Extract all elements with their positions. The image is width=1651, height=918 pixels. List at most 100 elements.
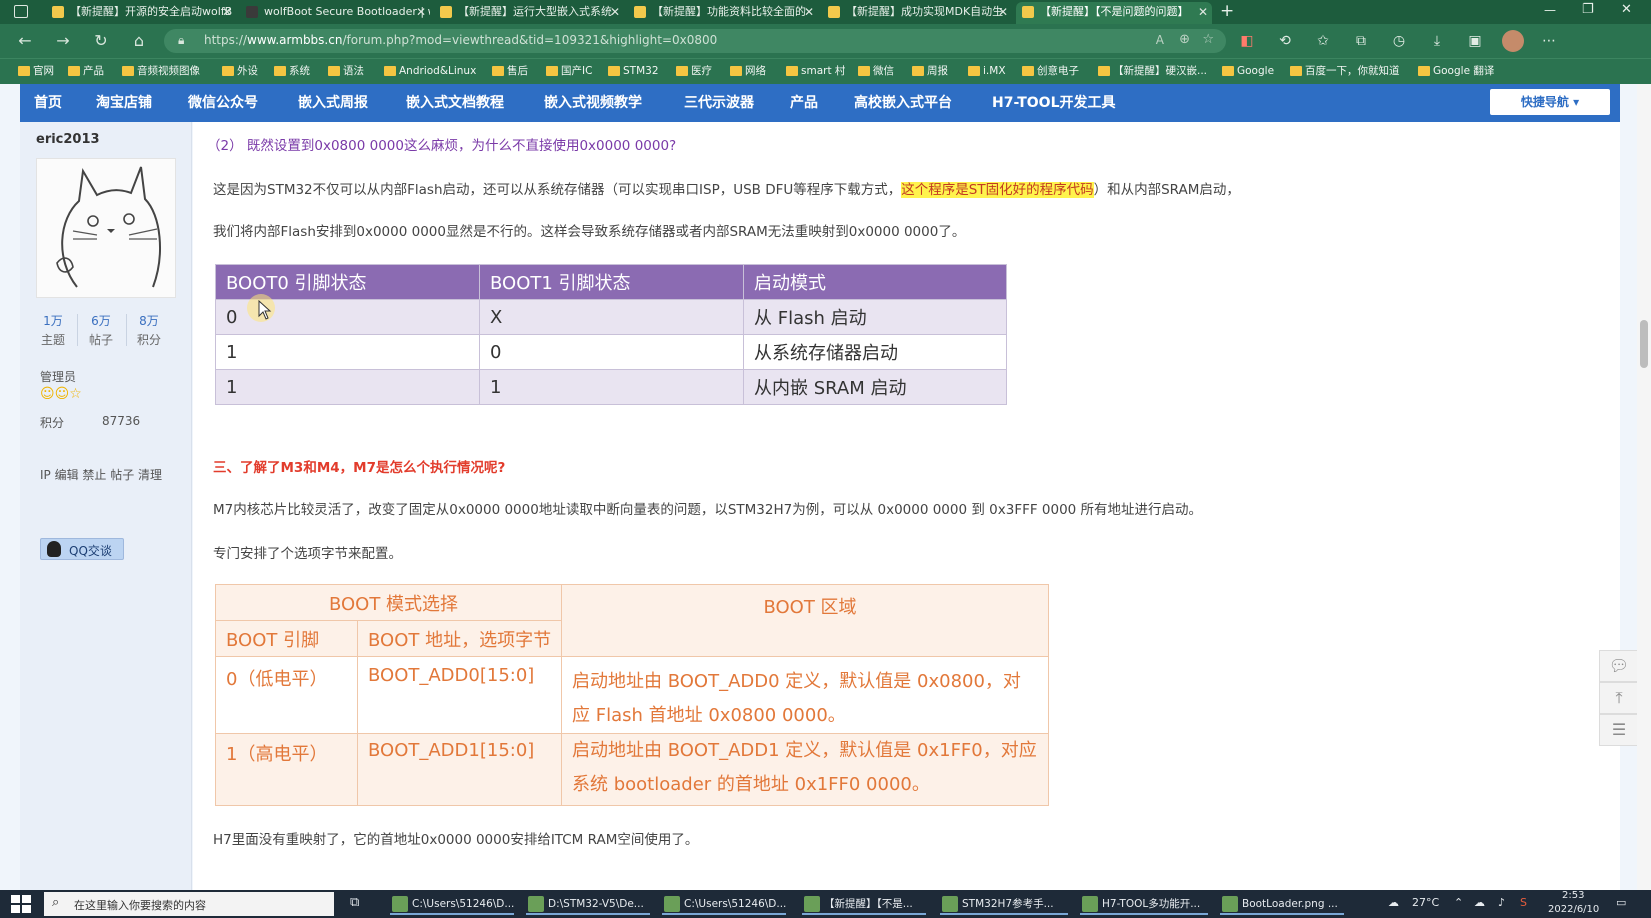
more-menu-icon[interactable]: ⋯ (1540, 32, 1558, 50)
bookmark-item[interactable]: i.MX (968, 63, 1006, 79)
extension-pdf-icon[interactable]: ◧ (1238, 32, 1256, 50)
download-icon[interactable]: ⤓ (1428, 32, 1446, 50)
bookmark-item[interactable]: 微信 (858, 63, 894, 79)
notification-icon[interactable]: ▭ (1616, 896, 1626, 909)
close-window-button[interactable]: ✕ (1621, 2, 1632, 17)
qq-chat-button[interactable]: QQ交谈 (40, 538, 124, 560)
taskbar-app[interactable]: D:\STM32-V5\De... (526, 893, 650, 915)
bookmark-item[interactable]: 国产IC (546, 63, 592, 79)
browser-tab[interactable]: 【新提醒】成功实现MDK自动生 ✕ (822, 2, 1012, 24)
scrollbar-thumb[interactable] (1640, 320, 1648, 368)
back-to-top-icon[interactable]: ⤒ (1599, 682, 1639, 714)
forward-icon[interactable]: → (54, 32, 72, 50)
read-aloud-icon[interactable]: A (1156, 33, 1164, 47)
quick-nav-dropdown[interactable]: 快捷导航 ▾ (1490, 89, 1610, 115)
bookmark-item[interactable]: 语法 (328, 63, 364, 79)
taskbar-app[interactable]: C:\Users\51246\D... (390, 893, 514, 915)
bookmark-item[interactable]: 网络 (730, 63, 766, 79)
weather-temp[interactable]: 27°C (1412, 896, 1439, 909)
table-cell: 1 (215, 369, 480, 405)
user-avatar[interactable] (36, 158, 176, 298)
collections-icon[interactable]: ⧉ (1352, 32, 1370, 50)
bookmark-item[interactable]: STM32 (608, 63, 659, 79)
browser-tab-active[interactable]: 【新提醒】【不是问题的问题】 ✕ (1016, 2, 1212, 24)
tab-actions-icon[interactable] (14, 5, 28, 18)
bookmark-item[interactable]: 【新提醒】硬汉嵌... (1098, 63, 1207, 79)
bookmark-item[interactable]: 售后 (492, 63, 528, 79)
browser-tab[interactable]: wolfBoot Secure Bootloader | wo ✕ (240, 2, 430, 24)
clock-time[interactable]: 2:53 (1562, 890, 1584, 901)
paragraph-1-part: ）和从内部SRAM启动， (1093, 182, 1240, 198)
bookmark-item[interactable]: 系统 (274, 63, 310, 79)
close-tab-icon[interactable]: ✕ (416, 2, 426, 22)
weather-icon[interactable]: ☁︎ (1388, 896, 1399, 909)
bookmark-item[interactable]: 音频视频图像 (122, 63, 200, 79)
browser-tab[interactable]: 【新提醒】开源的安全启动wolfB ✕ (46, 2, 236, 24)
tray-chevron-icon[interactable]: ⌃ (1454, 896, 1463, 909)
sync-icon[interactable]: ⟲ (1276, 32, 1294, 50)
comment-icon[interactable]: 💬︎ (1599, 650, 1639, 682)
bookmark-item[interactable]: 创意电子 (1022, 63, 1079, 79)
apps-icon[interactable]: ▣ (1466, 32, 1484, 50)
close-tab-icon[interactable]: ✕ (610, 2, 620, 22)
taskbar-app[interactable]: BootLoader.png ... (1220, 893, 1344, 915)
username[interactable]: eric2013 (36, 132, 100, 147)
user-role[interactable]: 管理员 (40, 368, 76, 385)
close-tab-icon[interactable]: ✕ (1198, 2, 1208, 22)
profile-avatar[interactable] (1502, 30, 1524, 52)
nav-item-wechat[interactable]: 微信公众号 (188, 92, 258, 112)
favorites-icon[interactable]: ✩ (1314, 32, 1332, 50)
taskbar-search-input[interactable]: ⌕ 在这里输入你要搜索的内容 (44, 892, 334, 916)
bookmark-item[interactable]: 产品 (68, 63, 104, 79)
nav-item-h7tool[interactable]: H7-TOOL开发工具 (992, 92, 1115, 112)
stat-posts[interactable]: 6万 帖子 (78, 312, 124, 348)
volume-icon[interactable]: ♪ (1498, 896, 1505, 909)
stat-points[interactable]: 8万 积分 (126, 312, 172, 348)
page-scrollbar[interactable] (1637, 84, 1651, 890)
nav-item-taobao[interactable]: 淘宝店铺 (96, 92, 152, 112)
zoom-icon[interactable]: ⊕ (1179, 32, 1190, 47)
bookmark-item[interactable]: 周报 (912, 63, 948, 79)
minimize-button[interactable]: — (1544, 3, 1556, 17)
app-tray-icon[interactable]: S (1520, 896, 1527, 909)
address-field[interactable]: 🔒︎ https://www.armbbs.cn/forum.php?mod=v… (164, 29, 1226, 53)
nav-item-docs[interactable]: 嵌入式文档教程 (406, 92, 504, 112)
restore-button[interactable]: ❐ (1582, 2, 1594, 17)
stat-threads[interactable]: 1万 主题 (30, 312, 76, 348)
clock-date[interactable]: 2022/6/10 (1548, 904, 1599, 915)
close-tab-icon[interactable]: ✕ (222, 2, 232, 22)
bookmark-item[interactable]: 官网 (18, 63, 54, 79)
admin-links[interactable]: IP 编辑 禁止 帖子 清理 (40, 466, 162, 483)
favorite-icon[interactable]: ☆ (1202, 32, 1214, 47)
bookmark-item[interactable]: Google (1222, 63, 1274, 79)
refresh-icon[interactable]: ↻ (92, 32, 110, 50)
browser-tab[interactable]: 【新提醒】运行大型嵌入式系统 ✕ (434, 2, 624, 24)
history-icon[interactable]: ◷ (1390, 32, 1408, 50)
browser-tab[interactable]: 【新提醒】功能资料比较全面的 ✕ (628, 2, 818, 24)
nav-item-oscilloscope[interactable]: 三代示波器 (684, 92, 754, 112)
task-view-icon[interactable]: ⧉ (350, 895, 359, 910)
close-tab-icon[interactable]: ✕ (804, 2, 814, 22)
bookmark-item[interactable]: smart 村 (786, 63, 845, 79)
bookmark-item[interactable]: 医疗 (676, 63, 712, 79)
taskbar-app[interactable]: STM32H7参考手... (940, 893, 1068, 915)
home-icon[interactable]: ⌂ (130, 32, 148, 50)
back-icon[interactable]: ← (16, 32, 34, 50)
bookmark-item[interactable]: Andriod&Linux (384, 63, 476, 79)
nav-item-products[interactable]: 产品 (790, 92, 818, 112)
bookmark-item[interactable]: Google 翻译 (1418, 63, 1494, 79)
windows-start-icon[interactable] (10, 894, 32, 914)
bookmark-item[interactable]: 外设 (222, 63, 258, 79)
network-icon[interactable]: ☁︎ (1474, 896, 1485, 909)
nav-item-university[interactable]: 高校嵌入式平台 (854, 92, 952, 112)
taskbar-app-edge[interactable]: 【新提醒】【不是... (802, 893, 926, 915)
new-tab-button[interactable]: + (1220, 1, 1234, 21)
close-tab-icon[interactable]: ✕ (998, 2, 1008, 22)
taskbar-app[interactable]: H7-TOOL多功能开... (1080, 893, 1208, 915)
nav-item-videos[interactable]: 嵌入式视频教学 (544, 92, 642, 112)
bookmark-item[interactable]: 百度一下，你就知道 (1290, 63, 1400, 79)
nav-item-home[interactable]: 首页 (34, 92, 62, 112)
nav-item-weekly[interactable]: 嵌入式周报 (298, 92, 368, 112)
list-icon[interactable]: ☰ (1599, 714, 1639, 746)
taskbar-app[interactable]: C:\Users\51246\D... (662, 893, 786, 915)
